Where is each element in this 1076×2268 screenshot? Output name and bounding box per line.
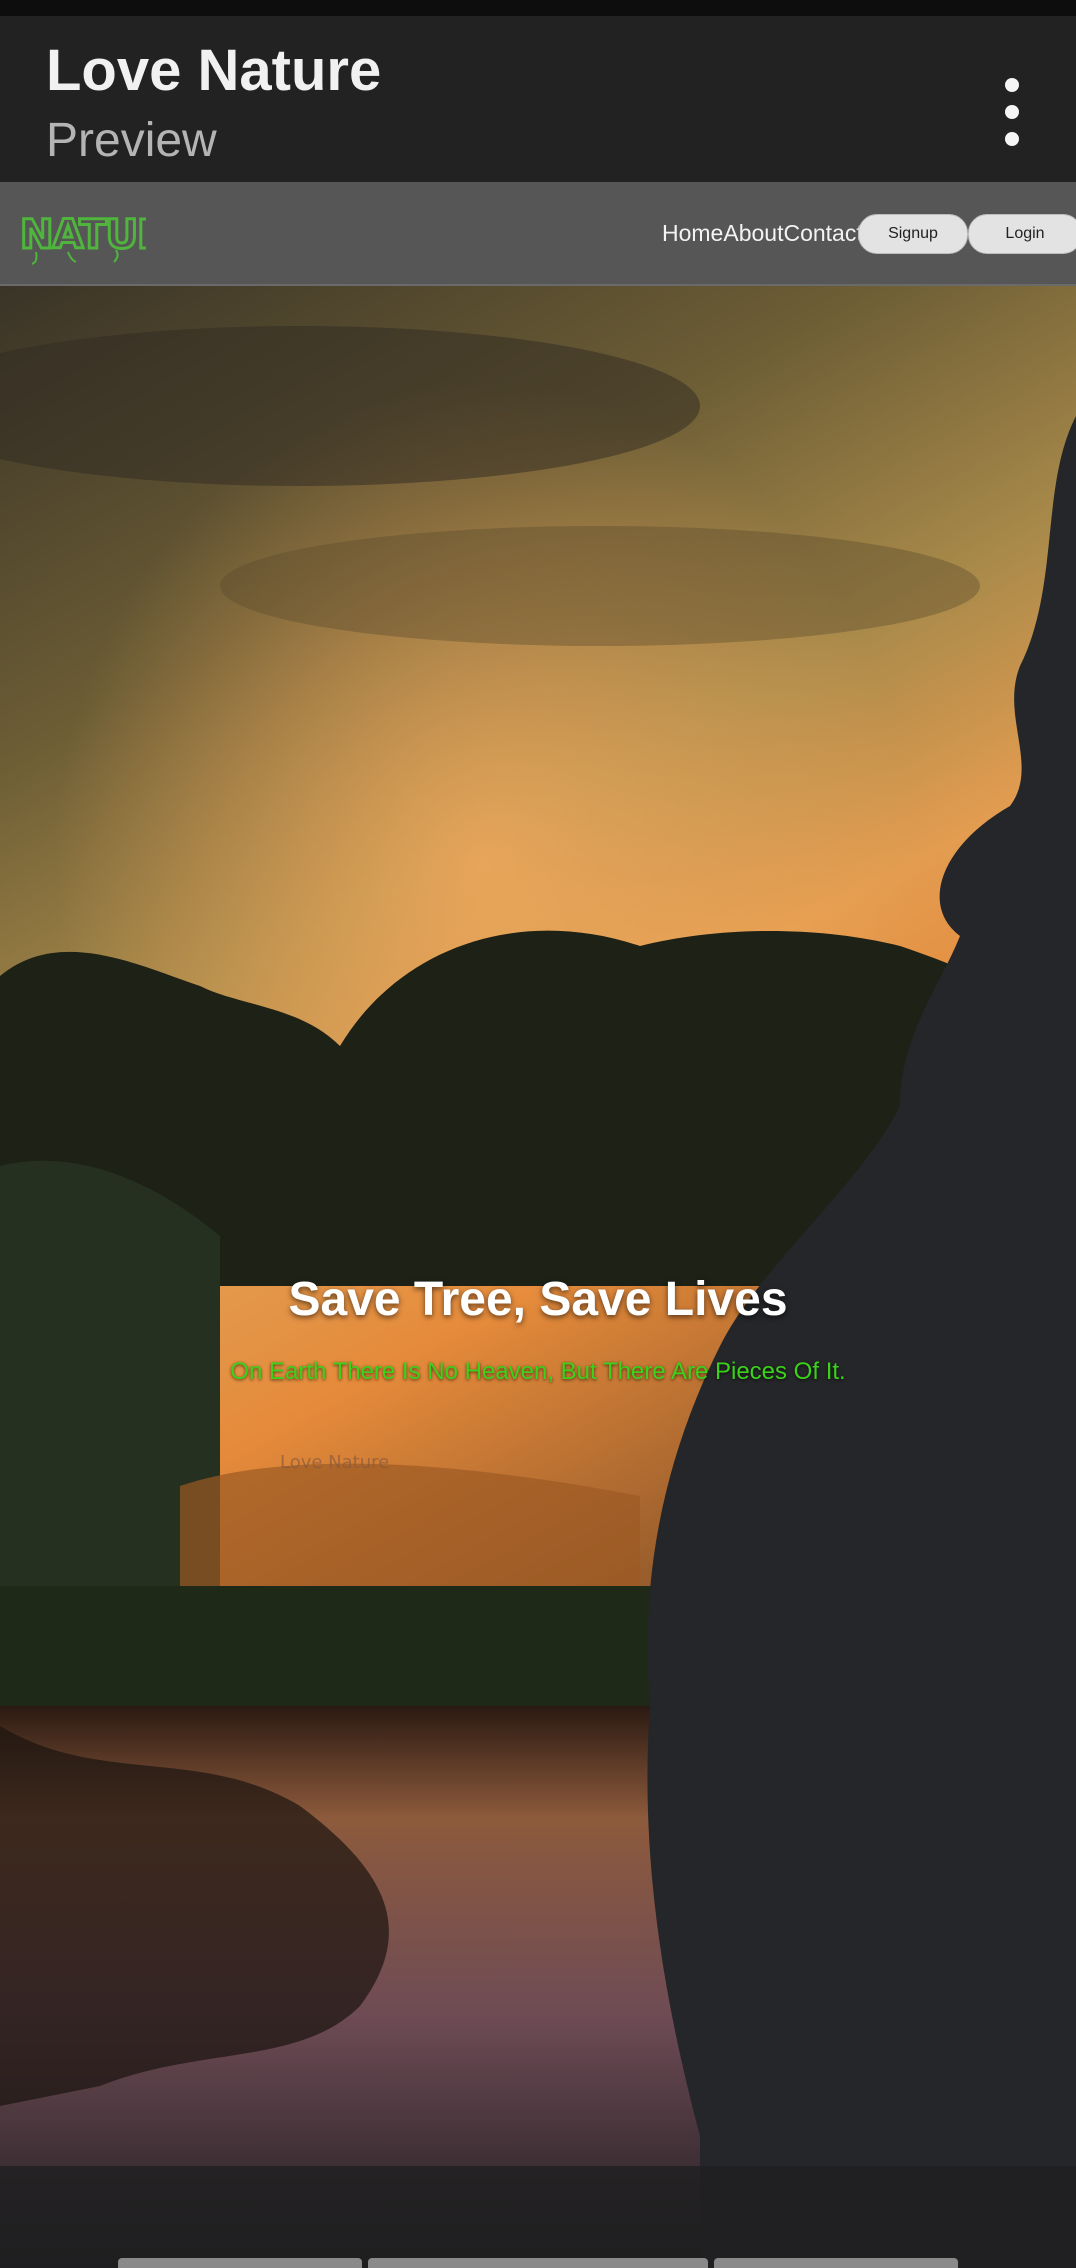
hero-subtitle: On Earth There Is No Heaven, But There A… (230, 1358, 846, 1385)
signup-button[interactable]: Signup (858, 214, 968, 254)
site-navbar: NATURE Home About Contact Signup Login (0, 182, 1076, 286)
app-bar: Love Nature Preview (0, 16, 1076, 182)
svg-text:Love Nature: Love Nature (280, 1452, 389, 1473)
status-bar-strip (0, 0, 1076, 16)
nav-link-contact[interactable]: Contact (783, 220, 862, 247)
nature-logo[interactable]: NATURE (16, 202, 146, 266)
app-title: Love Nature (46, 38, 382, 103)
nav-link-home[interactable]: Home (662, 220, 723, 247)
nav-links: Home About Contact (662, 220, 863, 247)
app-subtitle: Preview (46, 114, 217, 167)
more-vert-icon[interactable] (992, 72, 1032, 152)
bottom-tabs-peek (0, 2258, 1076, 2268)
hero-section: Love Nature Save Tree, Save Lives On Ear… (0, 286, 1076, 2268)
svg-text:NATURE: NATURE (20, 212, 146, 258)
login-button[interactable]: Login (968, 214, 1076, 254)
hero-title: Save Tree, Save Lives (288, 1273, 788, 1326)
nav-link-about[interactable]: About (723, 220, 783, 247)
